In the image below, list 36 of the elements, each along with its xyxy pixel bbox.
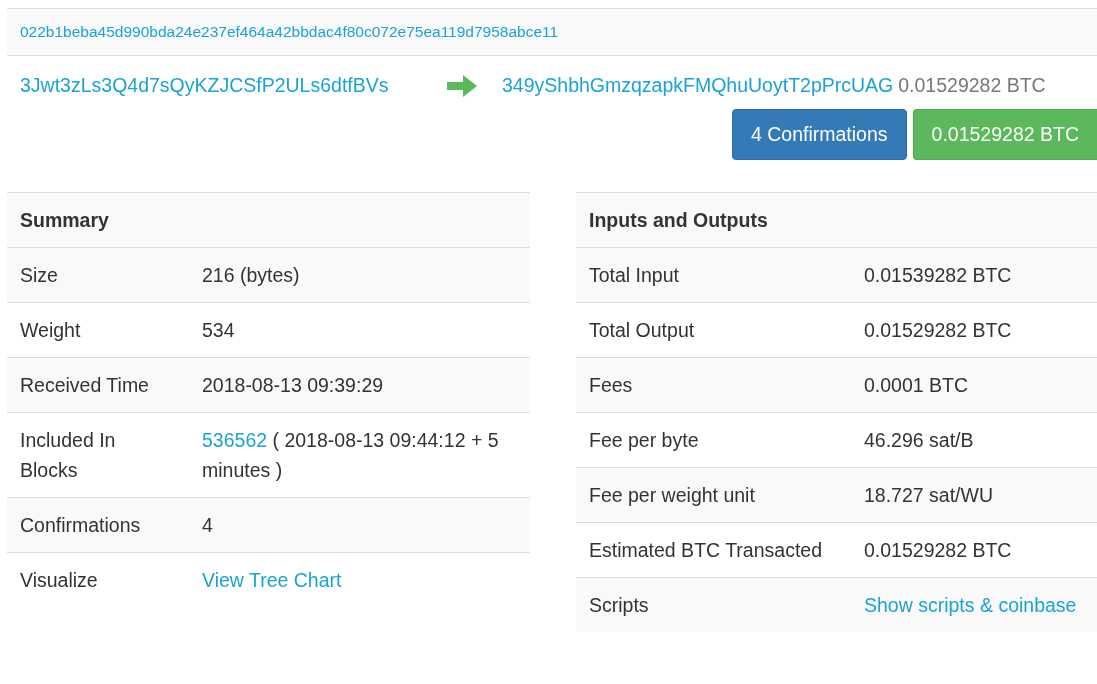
- right-arrow-icon: [447, 74, 477, 97]
- output-amount: 0.01529282 BTC: [898, 74, 1046, 97]
- row-label: Fee per weight unit: [588, 483, 756, 508]
- row-label: Total Output: [588, 318, 696, 343]
- row-label: Scripts: [588, 593, 650, 618]
- amount-button[interactable]: 0.01529282 BTC: [912, 109, 1097, 160]
- row-label: Confirmations: [19, 513, 142, 538]
- value-link[interactable]: Show scripts & coinbase: [864, 594, 1077, 616]
- row-value: 4: [201, 513, 214, 538]
- row-label: Visualize: [19, 568, 99, 593]
- confirmations-button[interactable]: 4 Confirmations: [732, 109, 907, 160]
- transaction-hash-link[interactable]: 022b1beba45d990bda24e237ef464a42bbdac4f80c072e75ea119d7958abce11: [20, 23, 559, 40]
- value-link[interactable]: View Tree Chart: [202, 569, 342, 591]
- row-label: Received Time: [19, 373, 150, 398]
- row-value: 216 (bytes): [201, 263, 301, 288]
- row-value: 18.727 sat/WU: [863, 483, 994, 508]
- row-label: Size: [19, 263, 59, 288]
- row-value: 0.01529282 BTC: [863, 318, 1013, 343]
- row-label: Total Input: [588, 263, 680, 288]
- row-value: 46.296 sat/B: [863, 428, 975, 453]
- row-label: Estimated BTC Transacted: [588, 538, 823, 563]
- row-value: 534: [201, 318, 236, 343]
- row-label: Fees: [588, 373, 634, 398]
- row-value: 0.0001 BTC: [863, 373, 970, 398]
- row-value: 0.01539282 BTC: [863, 263, 1013, 288]
- table-heading: Inputs and Outputs: [576, 193, 1097, 248]
- address-link[interactable]: 3Jwt3zLs3Q4d7sQyKZJCSfP2ULs6dtfBVs: [20, 74, 425, 97]
- table-heading: Summary: [7, 193, 530, 248]
- block-link[interactable]: 536562: [202, 429, 268, 451]
- row-label: Included In Blocks: [19, 428, 117, 483]
- row-label: Weight: [19, 318, 82, 343]
- address-link[interactable]: 349yShbhGmzqzapkFMQhuUoytT2pPrcUAG: [502, 74, 894, 97]
- row-value: 2018-08-13 09:39:29: [201, 373, 385, 398]
- row-label: Fee per byte: [588, 428, 700, 453]
- row-value: 536562 ( 2018-08-13 09:44:12 + 5 minutes ): [201, 428, 500, 483]
- row-value: 0.01529282 BTC: [863, 538, 1013, 563]
